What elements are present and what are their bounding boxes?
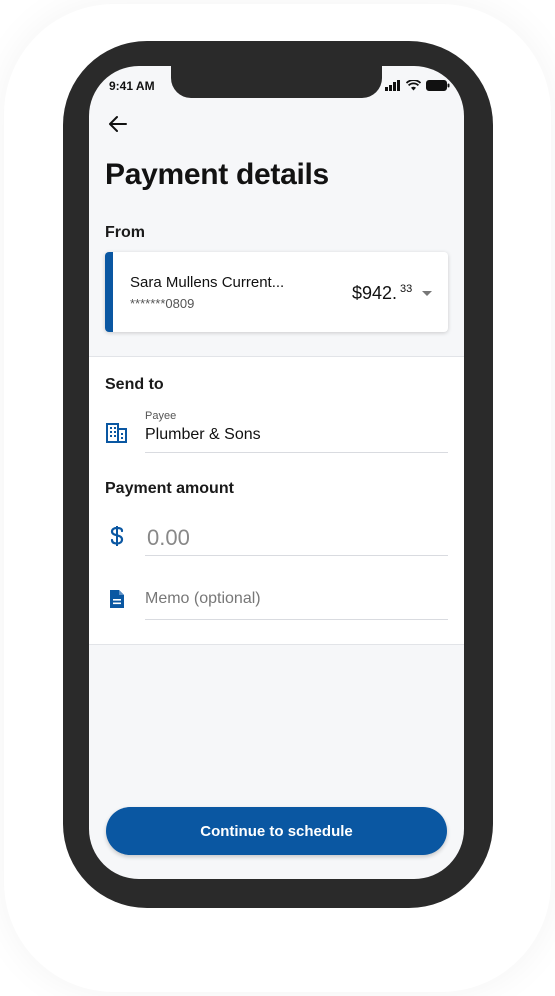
account-number: *******0809 xyxy=(130,296,195,311)
payment-amount-label: Payment amount xyxy=(105,480,234,497)
amount-underline xyxy=(145,555,448,556)
phone-screen: 9:41 AM Payment details From Sara Mullen… xyxy=(89,66,464,879)
send-to-label: Send to xyxy=(105,376,164,393)
document-icon xyxy=(110,590,124,608)
signal-icon xyxy=(385,79,400,91)
wifi-icon xyxy=(406,79,421,90)
from-label: From xyxy=(105,224,145,241)
caret-down-icon[interactable] xyxy=(422,291,432,296)
memo-underline xyxy=(145,619,448,620)
payee-label: Payee xyxy=(145,410,177,422)
page-title: Payment details xyxy=(105,158,329,191)
building-icon xyxy=(106,423,127,443)
continue-to-schedule-button[interactable]: Continue to schedule xyxy=(106,807,447,855)
status-icons xyxy=(385,79,450,91)
from-account-selector[interactable]: Sara Mullens Current... *******0809 $942… xyxy=(105,252,448,332)
memo-input[interactable]: Memo (optional) xyxy=(145,590,261,608)
payee-input[interactable]: Plumber & Sons xyxy=(145,426,261,444)
stage: 9:41 AM Payment details From Sara Mullen… xyxy=(0,0,555,996)
card-accent-bar xyxy=(105,252,113,332)
notch xyxy=(171,66,382,98)
status-time: 9:41 AM xyxy=(109,79,155,93)
account-balance-cents: 33 xyxy=(400,283,413,295)
account-name: Sara Mullens Current... xyxy=(130,274,285,291)
back-arrow-icon[interactable] xyxy=(107,113,129,135)
dollar-icon xyxy=(110,526,124,546)
payee-underline xyxy=(145,452,448,453)
battery-icon xyxy=(426,79,450,91)
account-balance: $942. xyxy=(352,283,398,303)
amount-input[interactable]: 0.00 xyxy=(147,525,190,551)
